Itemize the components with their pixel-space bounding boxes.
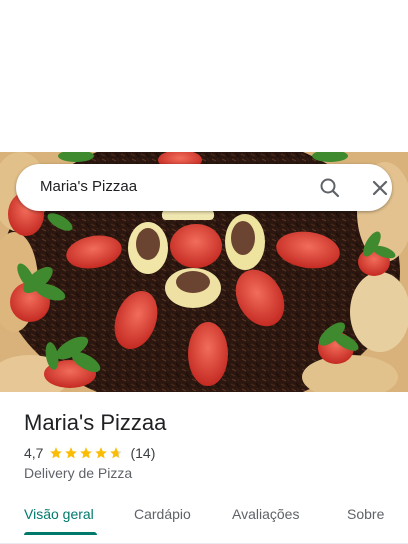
rating-value: 4,7 (24, 445, 44, 461)
star-icon (95, 447, 108, 459)
rating-row[interactable]: 4,7 (14) (24, 444, 155, 462)
close-icon[interactable] (368, 176, 392, 200)
search-icon[interactable] (318, 176, 342, 200)
tab-menu[interactable]: Cardápio (134, 506, 191, 522)
star-half-icon (110, 447, 123, 459)
place-page: Maria's Pizzaa Maria's Pizzaa 4,7 (14) D… (0, 0, 408, 544)
tab-reviews[interactable]: Avaliações (232, 506, 299, 522)
star-icon (50, 447, 63, 459)
star-icon (65, 447, 78, 459)
place-category: Delivery de Pizza (24, 465, 133, 481)
active-tab-indicator (24, 532, 97, 535)
tab-overview[interactable]: Visão geral (24, 506, 94, 522)
place-title: Maria's Pizzaa (24, 410, 167, 435)
tab-about[interactable]: Sobre (347, 506, 384, 522)
review-count[interactable]: (14) (130, 445, 155, 461)
star-rating (49, 446, 124, 460)
search-input[interactable]: Maria's Pizzaa (40, 178, 137, 195)
place-tabs: Visão geral Cardápio Avaliações Sobre (0, 494, 408, 544)
star-icon (80, 447, 93, 459)
search-bar[interactable]: Maria's Pizzaa (16, 164, 392, 211)
